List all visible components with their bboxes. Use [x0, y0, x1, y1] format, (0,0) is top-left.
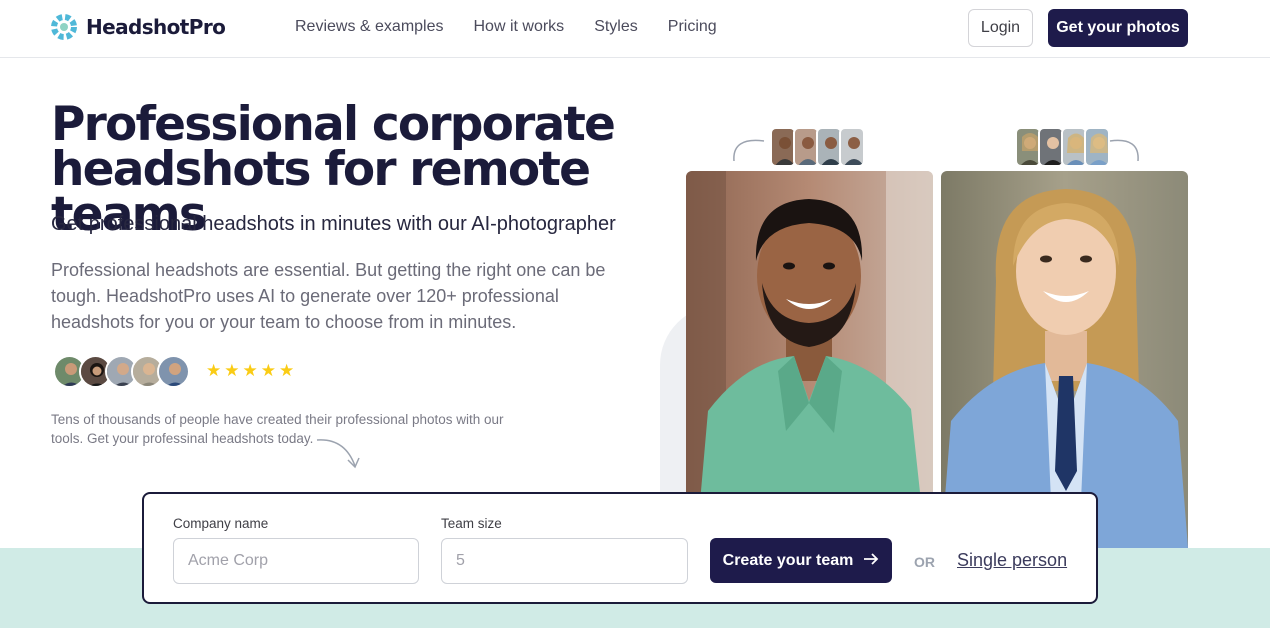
team-size-input[interactable]	[441, 538, 688, 584]
nav-link-pricing[interactable]: Pricing	[668, 18, 717, 36]
logo-icon	[51, 14, 77, 40]
nav-link-styles[interactable]: Styles	[594, 18, 638, 36]
hero-description: Professional headshots are essential. Bu…	[51, 260, 606, 332]
create-team-button[interactable]: Create your team	[710, 538, 892, 583]
top-navbar: HeadshotPro Reviews & examples How it wo…	[0, 0, 1270, 58]
curved-arrow-icon	[315, 436, 365, 477]
rotate-arrow-icon	[1106, 133, 1144, 168]
customer-avatars	[53, 355, 190, 388]
input-photo-thumbnails	[1015, 127, 1110, 167]
login-button[interactable]: Login	[968, 9, 1033, 47]
thumbnail-image	[839, 127, 865, 167]
nav-links: Reviews & examples How it works Styles P…	[295, 18, 717, 36]
nav-link-how-it-works[interactable]: How it works	[474, 18, 565, 36]
input-photo-thumbnails	[770, 127, 865, 167]
or-separator: OR	[914, 554, 935, 570]
create-team-label: Create your team	[722, 551, 854, 569]
star-icon: ★	[242, 361, 258, 380]
team-signup-form: Company name Team size Create your team …	[142, 492, 1098, 604]
company-name-label: Company name	[173, 516, 269, 531]
get-photos-button[interactable]: Get your photos	[1048, 9, 1188, 47]
logo[interactable]: HeadshotPro	[51, 14, 226, 40]
single-person-link[interactable]: Single person	[957, 550, 1067, 571]
brand-name: HeadshotPro	[86, 15, 226, 39]
rotate-arrow-icon	[730, 133, 768, 168]
star-icon: ★	[224, 361, 240, 380]
team-size-label: Team size	[441, 516, 502, 531]
rating-stars: ★ ★ ★ ★ ★	[206, 362, 294, 380]
star-icon: ★	[279, 361, 295, 380]
nav-link-reviews[interactable]: Reviews & examples	[295, 18, 444, 36]
hero-subtitle: Get professional headshots in minutes wi…	[51, 213, 616, 235]
star-icon: ★	[206, 361, 222, 380]
company-name-input[interactable]	[173, 538, 419, 584]
avatar	[157, 355, 190, 388]
arrow-right-icon	[863, 552, 879, 570]
social-proof-note: Tens of thousands of people have created…	[51, 412, 504, 446]
star-icon: ★	[260, 361, 276, 380]
